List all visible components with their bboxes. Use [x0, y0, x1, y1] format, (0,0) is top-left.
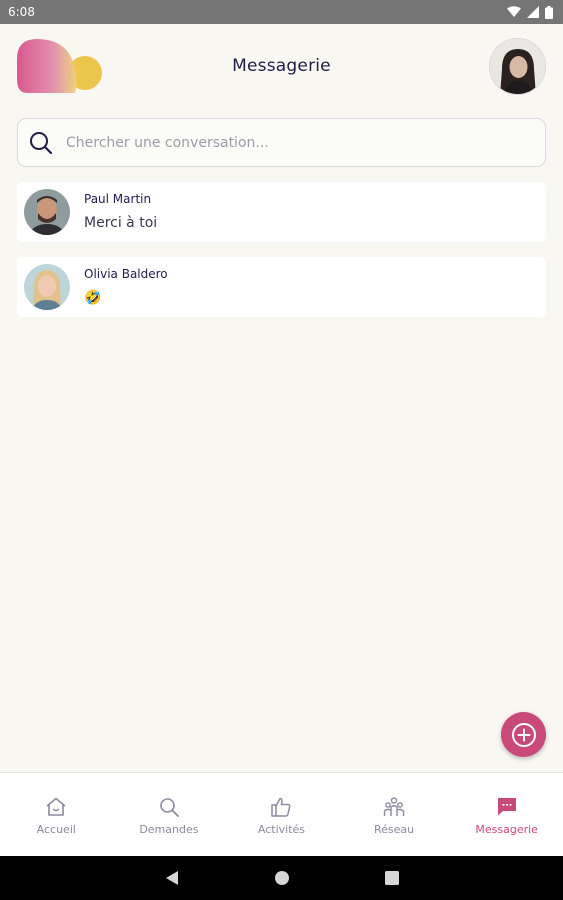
wifi-icon	[507, 6, 521, 17]
home-icon	[46, 797, 66, 816]
back-icon[interactable]	[165, 870, 179, 886]
search-bar[interactable]	[17, 118, 546, 167]
system-navigation-bar	[0, 856, 563, 900]
status-time: 6:08	[8, 5, 35, 19]
conversation-preview: Merci à toi	[84, 215, 158, 231]
nav-item-accueil[interactable]: Accueil	[0, 773, 113, 856]
status-icons	[507, 5, 553, 19]
nav-label: Accueil	[36, 823, 76, 836]
conversation-item[interactable]: Paul Martin Merci à toi	[17, 182, 546, 242]
plus-circle-icon	[511, 722, 536, 747]
status-bar: 6:08	[0, 0, 563, 24]
thumbs-up-icon	[271, 797, 291, 817]
messagerie-screen: 6:08 Messagerie Chercher une conversatio…	[0, 0, 563, 900]
chat-icon	[497, 798, 516, 816]
avatar	[24, 264, 70, 310]
nav-label: Réseau	[374, 823, 415, 836]
search-icon	[30, 131, 53, 154]
nav-label: Activités	[257, 823, 306, 836]
people-icon	[383, 797, 405, 816]
bottom-navigation: Accueil Demandes Activités Réseau Messag…	[0, 772, 563, 856]
app-header: Messagerie	[0, 24, 563, 110]
nav-label: Messagerie	[475, 823, 538, 836]
new-conversation-button[interactable]	[501, 712, 546, 757]
conversation-preview: 🤣	[84, 290, 102, 306]
search-icon	[160, 798, 179, 817]
signal-icon	[527, 6, 539, 18]
battery-icon	[545, 5, 553, 19]
nav-label: Demandes	[139, 823, 199, 836]
conversation-item[interactable]: Olivia Baldero 🤣	[17, 257, 546, 317]
nav-item-demandes[interactable]: Demandes	[113, 773, 226, 856]
nav-item-reseau[interactable]: Réseau	[338, 773, 451, 856]
home-button-icon[interactable]	[274, 870, 290, 886]
page-title: Messagerie	[232, 56, 331, 76]
nav-item-messagerie[interactable]: Messagerie	[450, 773, 563, 856]
conversation-name: Paul Martin	[84, 192, 152, 206]
recents-icon[interactable]	[384, 871, 399, 885]
profile-avatar[interactable]	[489, 38, 546, 95]
search-input[interactable]	[66, 134, 506, 151]
avatar	[24, 189, 70, 235]
nav-item-activites[interactable]: Activités	[225, 773, 338, 856]
conversation-name: Olivia Baldero	[84, 267, 168, 281]
